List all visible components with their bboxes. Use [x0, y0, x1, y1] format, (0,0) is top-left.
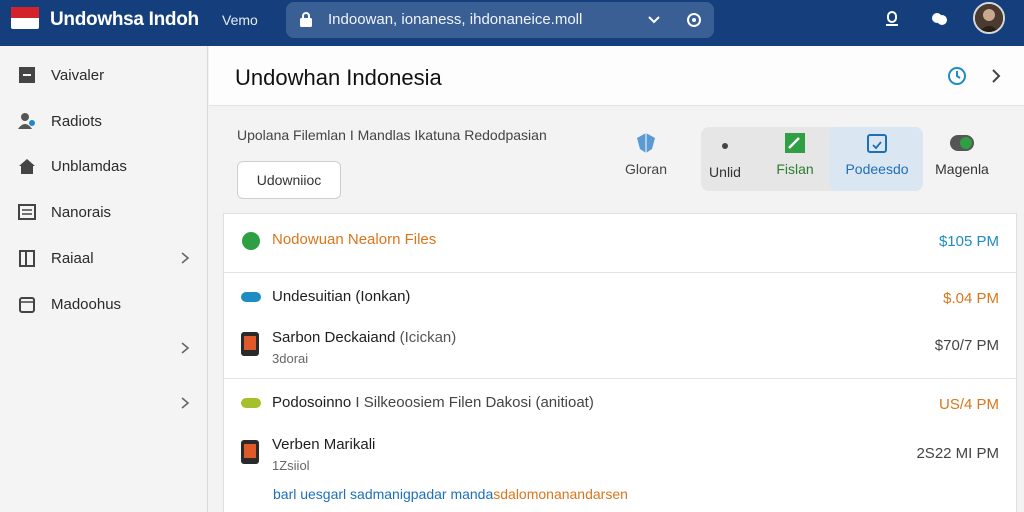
calendar-icon — [867, 134, 887, 153]
device-icon — [241, 440, 259, 464]
sidebar-item-label: Radiots — [51, 112, 102, 130]
refresh-icon[interactable] — [684, 10, 704, 30]
list-item[interactable]: Sarbon Deckaiand (Icickan) 3dorai $70/7 … — [224, 321, 1016, 377]
row-amount: $105 PM — [938, 233, 999, 250]
chat-icon[interactable] — [929, 9, 949, 29]
sidebar-item-raiaal[interactable]: Raiaal — [0, 242, 208, 274]
tool-label: Podeesdo — [845, 161, 909, 177]
toolbar: Upolana Filemlan I Mandlas Ikatuna Redod… — [209, 107, 1024, 213]
footer-link[interactable]: barl uesgarl sadmanigpadar mandasdalomon… — [273, 486, 628, 502]
list-item[interactable]: Undesuitian (Ionkan) $.04 PM — [224, 273, 1016, 321]
tool-label: Unlid — [709, 164, 741, 180]
row-amount: $.04 PM — [943, 290, 999, 307]
list-icon — [18, 204, 36, 220]
status-pill-icon — [241, 292, 261, 302]
row-title: Podosoinno I Silkeoosiem Filen Dakosi (a… — [272, 394, 594, 411]
chevron-right-icon[interactable] — [985, 65, 1007, 87]
shield-icon — [637, 133, 655, 153]
tool-label: Magenla — [935, 161, 989, 177]
app-title[interactable]: Undowhsa Indoh — [50, 9, 199, 31]
row-title: Nodowuan Nealorn Files — [272, 231, 437, 248]
row-title: Undesuitian (Ionkan) — [272, 288, 411, 305]
avatar[interactable] — [973, 2, 1005, 34]
main-content: Undowhan Indonesia Upolana Filemlan I Ma… — [209, 46, 1024, 512]
status-pill-icon — [241, 398, 261, 408]
chevron-right-icon[interactable] — [179, 251, 191, 265]
indonesia-flag-icon — [11, 7, 39, 29]
list-item[interactable]: Podosoinno I Silkeoosiem Filen Dakosi (a… — [224, 379, 1016, 427]
top-bar: Undowhsa Indoh Vemo Indoowan, ionaness, … — [0, 0, 1024, 46]
page-header: Undowhan Indonesia — [209, 46, 1024, 106]
list-item[interactable]: Verben Marikali 1Zsiiol 2S22 MI PM — [224, 427, 1016, 483]
toggle-icon — [950, 135, 974, 151]
tool-label: Fislan — [776, 161, 814, 177]
notification-icon[interactable] — [882, 9, 902, 29]
sidebar-item-label: Vaivaler — [51, 66, 105, 84]
sidebar-item-nanorais[interactable]: Nanorais — [0, 196, 208, 228]
menu-label[interactable]: Vemo — [222, 12, 258, 28]
tool-unlid[interactable]: Unlid — [703, 134, 747, 180]
calendar-icon — [19, 297, 35, 313]
chevron-right-icon[interactable] — [179, 341, 191, 355]
tool-label: Gloran — [624, 161, 668, 177]
tool-fislan[interactable]: Fislan — [769, 131, 821, 177]
sidebar: Vaivaler Radiots Unblamdas Nanorais Raia… — [0, 46, 208, 512]
lock-icon — [300, 12, 312, 27]
row-subtitle: 1Zsiiol — [272, 458, 310, 473]
tool-magenla[interactable]: Magenla — [931, 131, 993, 177]
download-button[interactable]: Udowniioc — [237, 161, 341, 199]
status-dot-icon — [242, 232, 260, 250]
square-icon — [19, 67, 35, 83]
list-item[interactable]: Nodowuan Nealorn Files $105 PM — [224, 214, 1016, 272]
sidebar-item-vaivaler[interactable]: Vaivaler — [0, 59, 208, 91]
row-title: Sarbon Deckaiand (Icickan) — [272, 329, 457, 346]
sidebar-item-radiots[interactable]: Radiots — [0, 105, 208, 137]
row-subtitle: 3dorai — [272, 351, 309, 366]
sidebar-item-madoohus[interactable]: Madoohus — [0, 288, 208, 320]
sidebar-item-unblamdas[interactable]: Unblamdas — [0, 150, 208, 182]
dot-icon — [722, 143, 728, 149]
tool-gloran[interactable]: Gloran — [619, 131, 673, 177]
url-bar[interactable]: Indoowan, ionaness, ihdonaneice.moll — [286, 2, 714, 38]
row-amount: US/4 PM — [938, 396, 999, 413]
page-title: Undowhan Indonesia — [235, 65, 442, 90]
row-amount: $70/7 PM — [934, 337, 999, 354]
row-amount: 2S22 MI PM — [916, 445, 999, 462]
sidebar-item-label: Unblamdas — [51, 157, 127, 175]
row-title: Verben Marikali — [272, 436, 376, 453]
document-icon — [19, 250, 35, 267]
url-text[interactable]: Indoowan, ionaness, ihdonaneice.moll — [328, 11, 582, 28]
upload-description: Upolana Filemlan I Mandlas Ikatuna Redod… — [237, 127, 547, 143]
sidebar-item-label: Madoohus — [51, 295, 122, 313]
file-list: Nodowuan Nealorn Files $105 PM Undesuiti… — [223, 213, 1017, 512]
home-icon — [19, 159, 35, 174]
sidebar-item-label: Nanorais — [51, 203, 112, 221]
refresh-icon[interactable] — [946, 65, 968, 87]
chevron-right-icon[interactable] — [179, 396, 191, 410]
user-photo-icon — [975, 4, 1003, 32]
sidebar-item-label: Raiaal — [51, 249, 94, 267]
device-icon — [241, 332, 259, 356]
edit-icon — [785, 133, 805, 153]
tool-podeesdo[interactable]: Podeesdo — [839, 131, 915, 177]
chevron-down-icon[interactable] — [646, 12, 662, 28]
users-icon — [18, 113, 35, 129]
